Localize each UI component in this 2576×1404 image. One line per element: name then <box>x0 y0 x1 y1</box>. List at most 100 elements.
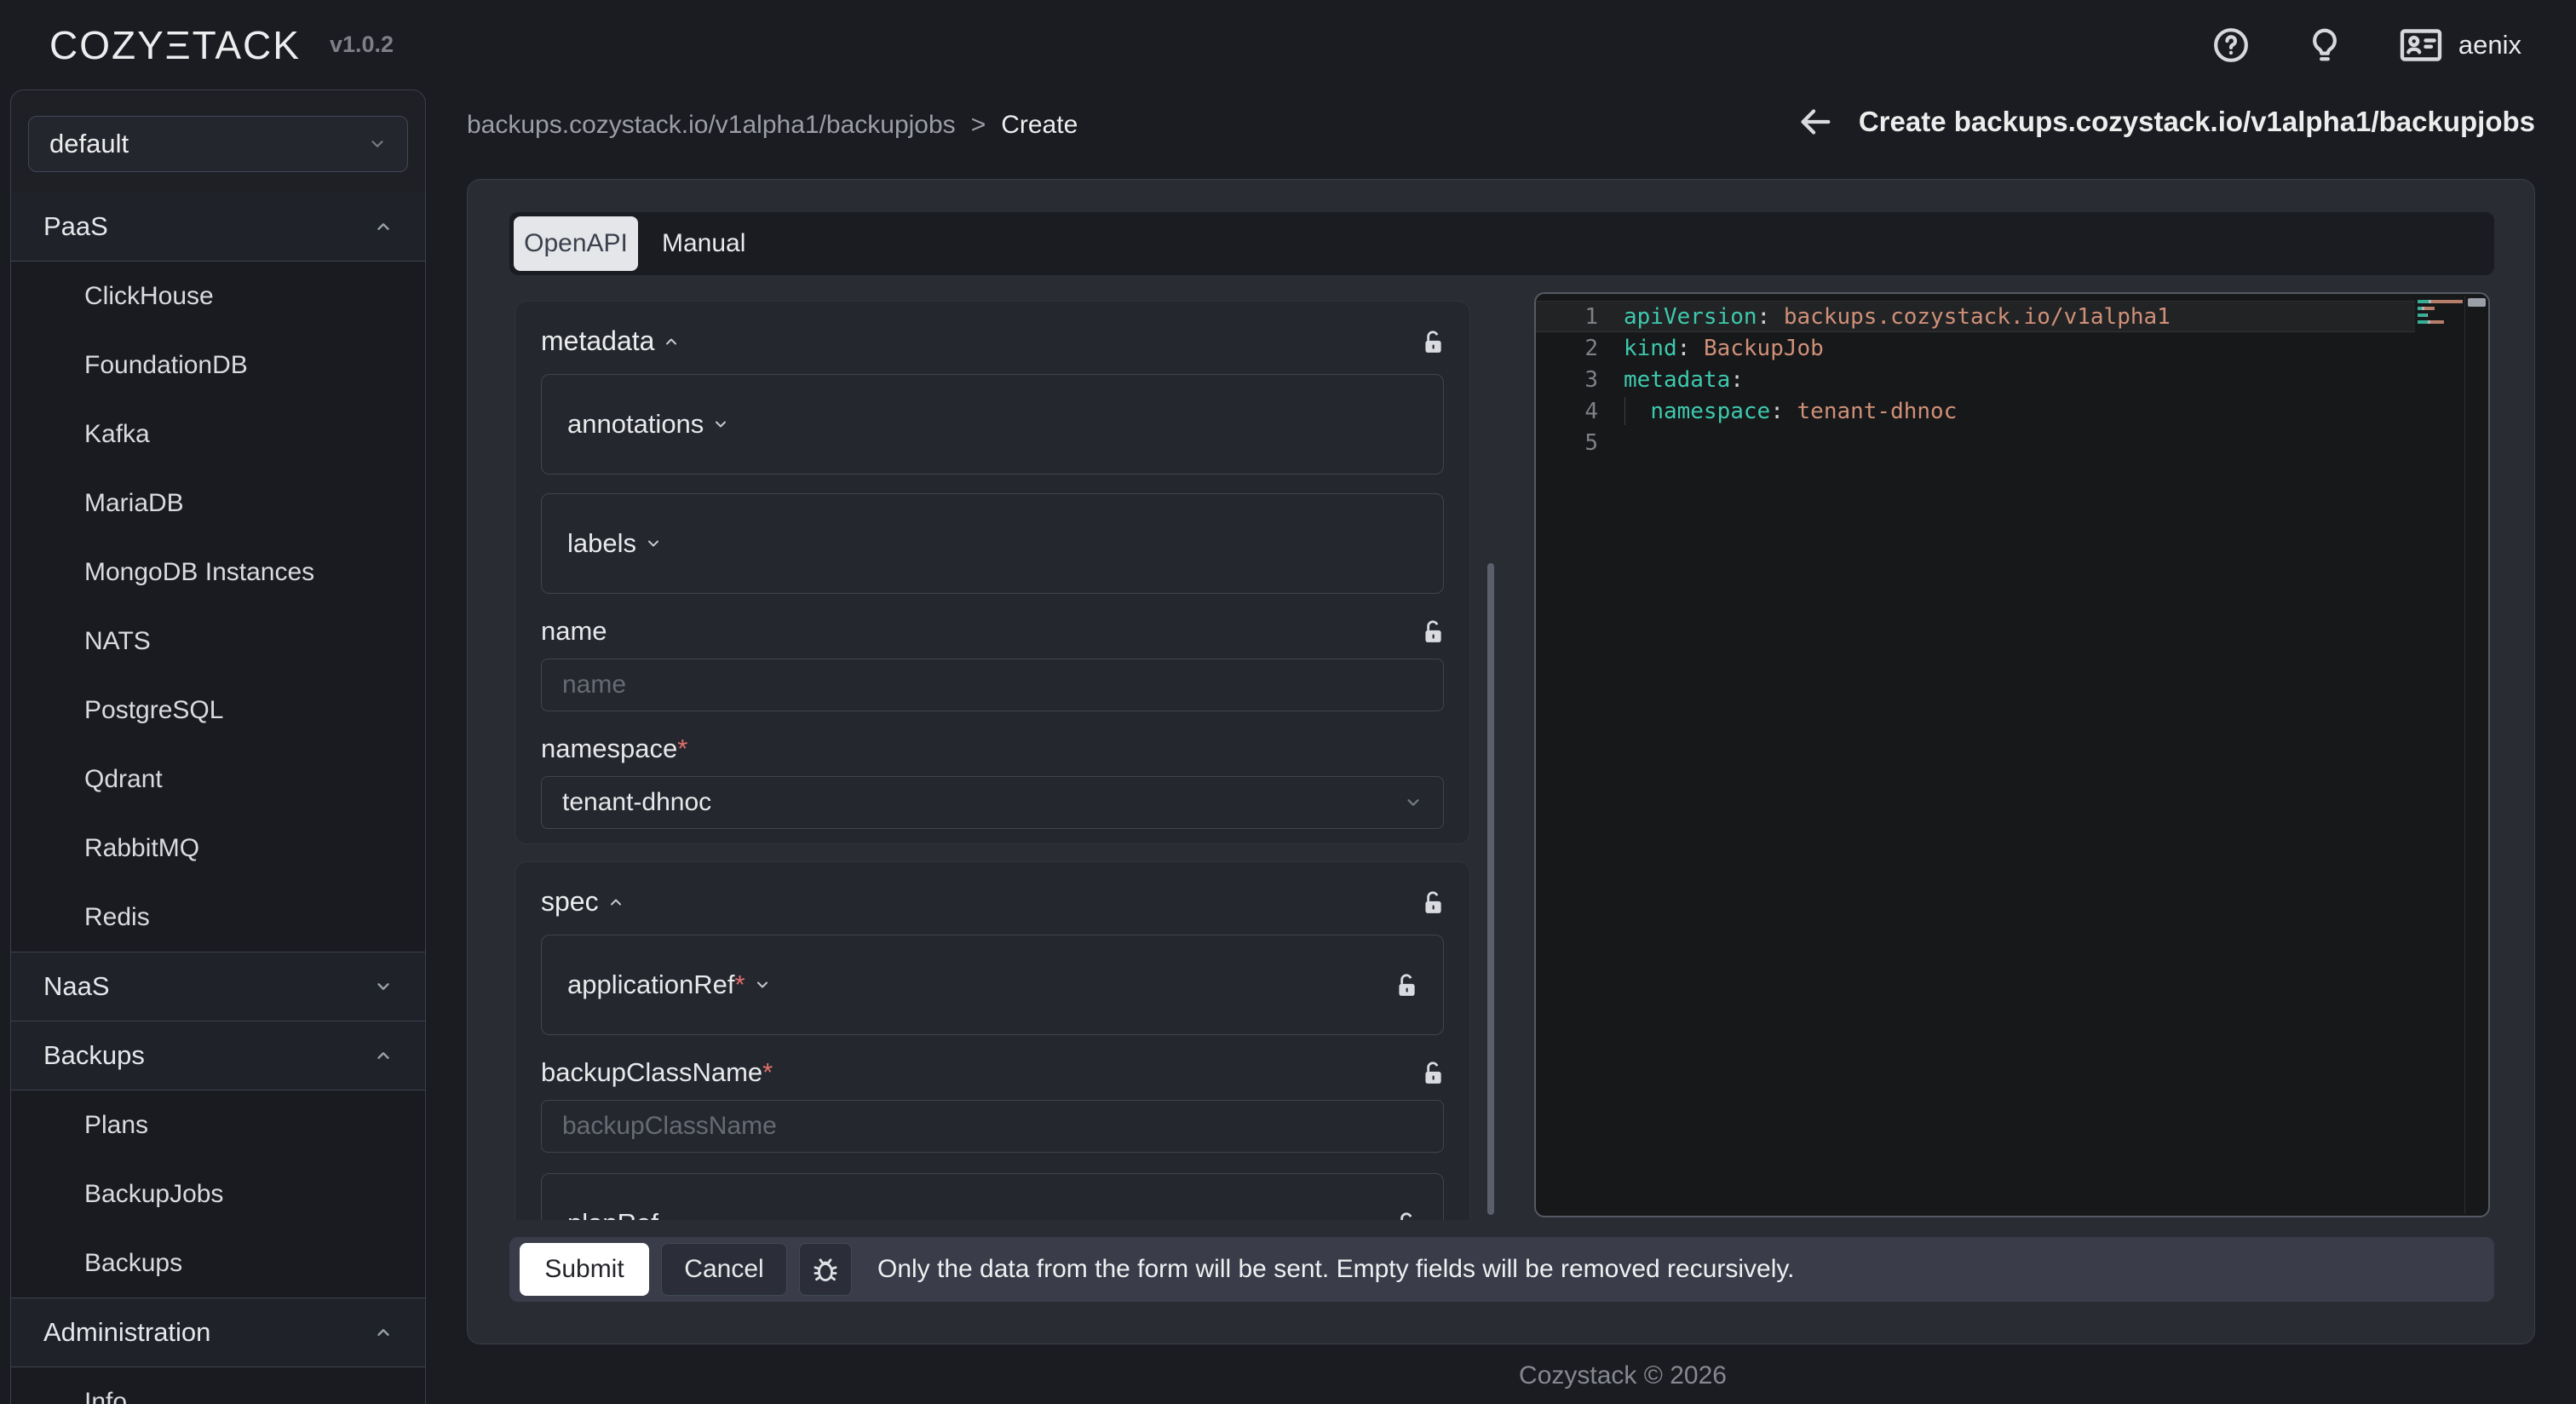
back-arrow-icon[interactable] <box>1796 102 1835 141</box>
chevron-down-icon <box>667 1215 684 1220</box>
create-resource-panel: OpenAPI Manual metadata <box>467 179 2535 1344</box>
sidebar-section-paas[interactable]: PaaS <box>11 193 425 261</box>
unlock-icon[interactable] <box>1395 1211 1417 1220</box>
application-ref-label: applicationRef <box>567 970 734 1000</box>
chevron-down-icon <box>1404 793 1423 812</box>
editor-mode-tabs: OpenAPI Manual <box>509 212 2494 275</box>
minimap-line <box>2418 307 2463 311</box>
unlock-icon[interactable] <box>1395 972 1417 998</box>
debug-button[interactable] <box>799 1243 852 1296</box>
chevron-up-icon <box>374 1046 393 1065</box>
metadata-section-label: metadata <box>541 325 654 357</box>
sidebar-item-clickhouse[interactable]: ClickHouse <box>11 262 425 331</box>
annotations-group[interactable]: annotations <box>541 374 1444 475</box>
sidebar-section-administration[interactable]: Administration <box>11 1298 425 1367</box>
unlock-icon[interactable] <box>1422 1060 1444 1085</box>
minimap-slider[interactable] <box>2468 298 2486 307</box>
form-actions-bar: Submit Cancel Only the data from the for… <box>509 1237 2494 1302</box>
application-ref-group[interactable]: applicationRef* <box>541 935 1444 1035</box>
plan-ref-label: planRef <box>567 1208 658 1220</box>
chevron-down-icon <box>645 535 662 552</box>
unlock-icon[interactable] <box>1422 889 1444 915</box>
sidebar-item-mariadb[interactable]: MariaDB <box>11 469 425 538</box>
form-scrollbar[interactable] <box>1487 563 1494 1215</box>
breadcrumb: backups.cozystack.io/v1alpha1/backupjobs… <box>467 111 1078 140</box>
spec-section-header[interactable]: spec <box>541 886 1444 918</box>
theme-toggle-button[interactable] <box>2305 26 2344 65</box>
sidebar-section-naas[interactable]: NaaS <box>11 952 425 1021</box>
breadcrumb-path[interactable]: backups.cozystack.io/v1alpha1/backupjobs <box>467 111 956 140</box>
name-input[interactable] <box>541 659 1444 711</box>
app-root: COZYΞTACK v1.0.2 <box>0 0 2576 1404</box>
editor-line[interactable]: 2kind: BackupJob <box>1536 332 2415 364</box>
minimap-line <box>2418 314 2463 318</box>
sidebar-section-label: PaaS <box>43 211 108 242</box>
sidebar-item-qdrant[interactable]: Qdrant <box>11 745 425 814</box>
chevron-up-icon <box>374 217 393 236</box>
app-logo: COZYΞTACK <box>49 22 301 68</box>
breadcrumb-separator: > <box>971 111 986 140</box>
sidebar: default PaaSClickHouseFoundationDBKafkaM… <box>10 89 426 1404</box>
sidebar-item-backups[interactable]: Backups <box>11 1228 425 1298</box>
sidebar-item-postgresql[interactable]: PostgreSQL <box>11 676 425 745</box>
footer-copyright: Cozystack © 2026 <box>1519 1361 1727 1390</box>
editor-line[interactable]: 4 namespace: tenant-dhnoc <box>1536 395 2415 427</box>
tab-openapi[interactable]: OpenAPI <box>514 216 638 271</box>
cancel-button[interactable]: Cancel <box>661 1243 787 1296</box>
unlock-icon[interactable] <box>1422 619 1444 644</box>
sidebar-item-plans[interactable]: Plans <box>11 1090 425 1159</box>
unlock-icon[interactable] <box>1422 329 1444 354</box>
code-text: metadata: <box>1624 367 1744 393</box>
chevron-down-icon <box>368 135 387 153</box>
sidebar-item-rabbitmq[interactable]: RabbitMQ <box>11 814 425 883</box>
line-number: 2 <box>1536 336 1624 361</box>
chevron-down-icon <box>754 976 771 993</box>
chevron-down-icon <box>374 977 393 996</box>
minimap-line <box>2418 320 2463 325</box>
labels-label: labels <box>567 528 636 559</box>
sidebar-item-info[interactable]: Info <box>11 1367 425 1404</box>
editor-line[interactable]: 5 <box>1536 427 2415 458</box>
namespace-dropdown-value: tenant-dhnoc <box>562 788 711 817</box>
submit-button[interactable]: Submit <box>520 1243 649 1296</box>
required-marker: * <box>762 1057 773 1087</box>
annotations-label: annotations <box>567 409 704 440</box>
plan-ref-group[interactable]: planRef <box>541 1173 1444 1220</box>
tab-manual[interactable]: Manual <box>662 229 745 258</box>
minimap-line <box>2418 327 2463 331</box>
user-name: aenix <box>2458 30 2521 60</box>
user-menu[interactable]: aenix <box>2399 26 2521 64</box>
editor-lines: 1apiVersion: backups.cozystack.io/v1alph… <box>1536 301 2415 458</box>
help-button[interactable] <box>2211 26 2251 65</box>
editor-line[interactable]: 3metadata: <box>1536 364 2415 395</box>
required-marker: * <box>677 734 687 763</box>
yaml-editor[interactable]: 1apiVersion: backups.cozystack.io/v1alph… <box>1534 292 2490 1217</box>
sidebar-item-nats[interactable]: NATS <box>11 607 425 676</box>
sidebar-item-kafka[interactable]: Kafka <box>11 400 425 469</box>
sidebar-item-redis[interactable]: Redis <box>11 883 425 952</box>
namespace-select[interactable]: default <box>28 116 408 172</box>
namespace-field-header: namespace* <box>541 734 1444 764</box>
sidebar-section-backups[interactable]: Backups <box>11 1021 425 1090</box>
sidebar-item-backupjobs[interactable]: BackupJobs <box>11 1159 425 1228</box>
minimap-content <box>2418 300 2463 334</box>
sidebar-item-mongodb-instances[interactable]: MongoDB Instances <box>11 538 425 607</box>
sidebar-section-items: Info <box>11 1367 425 1404</box>
metadata-section-header[interactable]: metadata <box>541 325 1444 357</box>
namespace-dropdown[interactable]: tenant-dhnoc <box>541 776 1444 829</box>
sidebar-item-foundationdb[interactable]: FoundationDB <box>11 331 425 400</box>
spec-card: spec applicationRef* <box>515 861 1470 1220</box>
chevron-up-icon <box>374 1323 393 1342</box>
line-number: 3 <box>1536 367 1624 393</box>
line-number: 4 <box>1536 399 1624 424</box>
header-actions: aenix <box>2211 0 2521 89</box>
indent-guide <box>1624 397 1625 425</box>
labels-group[interactable]: labels <box>541 493 1444 594</box>
name-field-header: name <box>541 616 1444 647</box>
code-text: apiVersion: backups.cozystack.io/v1alpha… <box>1624 304 2171 330</box>
chevron-up-icon <box>663 333 680 350</box>
backup-class-name-input[interactable] <box>541 1100 1444 1153</box>
editor-minimap[interactable] <box>2416 296 2465 1214</box>
editor-line[interactable]: 1apiVersion: backups.cozystack.io/v1alph… <box>1536 301 2415 332</box>
question-circle-icon <box>2211 26 2251 65</box>
